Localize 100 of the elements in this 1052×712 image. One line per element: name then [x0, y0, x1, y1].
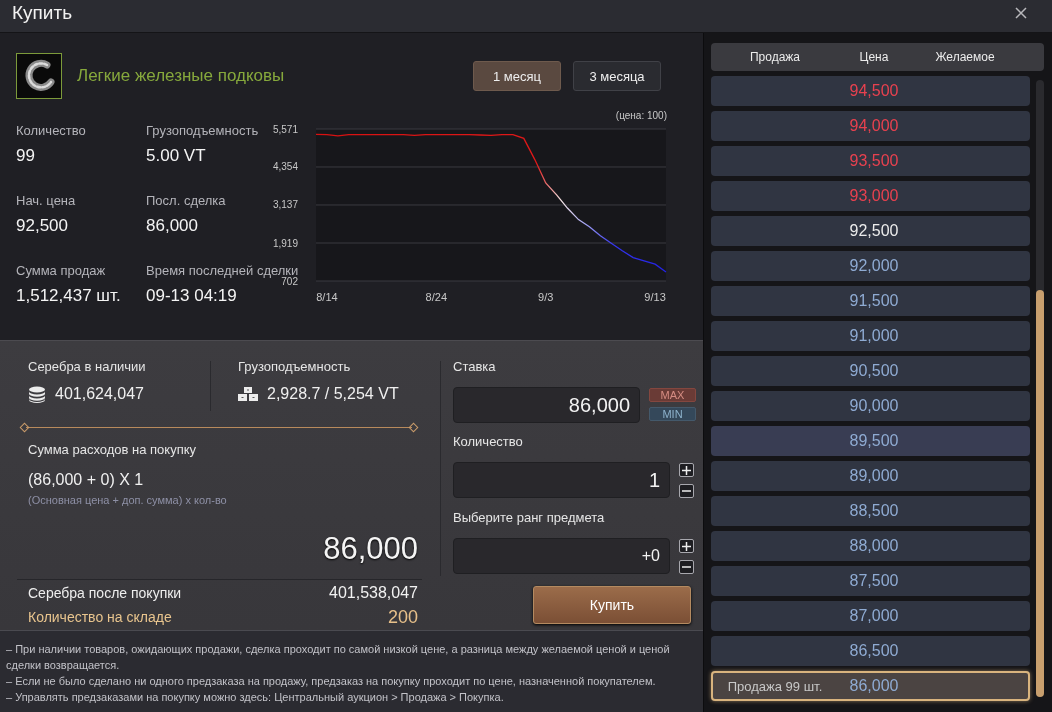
- boxes-icon: [238, 387, 258, 401]
- balance-label: Серебра в наличии: [28, 359, 147, 375]
- price-cell: 87,000: [849, 607, 899, 625]
- stat-value: 5.00 VT: [146, 146, 207, 166]
- note-text: – При наличии товаров, ожидающих продажи, сделка проходит по самой низкой цене, а разница между желаемой ценой и ценой сделки возвращается.: [6, 642, 671, 673]
- plus-icon: [682, 541, 691, 551]
- price-cell: 93,000: [849, 187, 899, 205]
- y-axis-label: 3,137: [272, 199, 298, 211]
- order-row[interactable]: 90,000: [711, 391, 1030, 421]
- summary-value: 401,538,047: [329, 584, 418, 602]
- balance-amount: 401,624,047: [55, 385, 144, 403]
- plus-icon: [682, 465, 691, 475]
- minus-icon: [682, 566, 691, 568]
- decrease-button[interactable]: [679, 560, 694, 574]
- scrollbar-track[interactable]: [1036, 80, 1044, 697]
- price-cell: 92,000: [849, 257, 899, 275]
- minus-icon: [682, 490, 691, 492]
- field-label: Количество: [453, 434, 524, 450]
- cost-total: 86,000: [323, 531, 418, 567]
- price-cell: 86,000: [849, 677, 899, 695]
- price-cell: 90,500: [849, 362, 899, 380]
- horseshoe-icon: [16, 53, 62, 99]
- close-icon: [1015, 7, 1027, 19]
- period-tab[interactable]: 1 месяц: [473, 61, 561, 91]
- order-row[interactable]: 93,000: [711, 181, 1030, 211]
- order-row[interactable]: 88,500: [711, 496, 1030, 526]
- price-cell: 89,500: [849, 432, 899, 450]
- x-axis-label: 8/14: [316, 291, 338, 303]
- order-row[interactable]: 91,500: [711, 286, 1030, 316]
- weight-label: Грузоподъемность: [238, 359, 352, 375]
- increase-button[interactable]: [679, 539, 694, 553]
- stat-label: Время последней сделки: [146, 263, 299, 278]
- order-row[interactable]: 91,000: [711, 321, 1030, 351]
- order-row[interactable]: 92,500: [711, 216, 1030, 246]
- order-row[interactable]: 94,500: [711, 76, 1030, 106]
- close-button[interactable]: [1014, 6, 1028, 20]
- order-row[interactable]: 88,000: [711, 531, 1030, 561]
- period-tab[interactable]: 3 месяца: [573, 61, 661, 91]
- y-axis-label: 5,571: [272, 123, 298, 135]
- order-row[interactable]: 87,000: [711, 601, 1030, 631]
- summary-label: Количество на складе: [28, 609, 172, 625]
- order-row[interactable]: 90,500: [711, 356, 1030, 386]
- order-row[interactable]: 86,500: [711, 636, 1030, 666]
- order-row[interactable]: 87,500: [711, 566, 1030, 596]
- y-axis-label: 4,354: [272, 161, 298, 173]
- stat-value: 09-13 04:19: [146, 286, 238, 306]
- note-text: – Управлять предзаказами на покупку можно здесь: Центральный аукцион > Продажа > Покупка.: [6, 690, 505, 705]
- column-header: Цена: [859, 50, 889, 64]
- weight-amount: 2,928.7 / 5,254 VT: [267, 385, 399, 403]
- price-cell: 91,000: [849, 327, 899, 345]
- decrease-button[interactable]: [679, 484, 694, 498]
- stat-value: 92,500: [16, 216, 69, 236]
- order-row[interactable]: 93,500: [711, 146, 1030, 176]
- cost-formula: (86,000 + 0) X 1: [27, 470, 145, 490]
- formula-hint: (Основная цена + доп. сумма) x кол-во: [27, 493, 228, 507]
- column-header: Продажа: [749, 50, 801, 64]
- price-cell: 87,500: [849, 572, 899, 590]
- stat-label: Нач. цена: [16, 193, 76, 209]
- max-button[interactable]: MAX: [649, 388, 696, 402]
- price-input[interactable]: 86,000: [453, 387, 640, 423]
- stat-value: 1,512,437 шт.: [16, 286, 121, 306]
- window-title: Купить: [12, 1, 73, 25]
- price-cell: 88,500: [849, 502, 899, 520]
- x-axis-label: 9/3: [538, 291, 554, 303]
- rank-input[interactable]: +0: [453, 538, 670, 574]
- item-name: Легкие железные подковы: [77, 66, 285, 86]
- order-row[interactable]: 94,000: [711, 111, 1030, 141]
- order-row[interactable]: 89,000: [711, 461, 1030, 491]
- price-cell: 91,500: [849, 292, 899, 310]
- stat-label: Количество: [16, 123, 86, 139]
- field-label: Выберите ранг предмета: [453, 510, 606, 526]
- price-cell: 94,500: [849, 82, 899, 100]
- field-label: Ставка: [453, 359, 497, 375]
- price-cell: 90,000: [849, 397, 899, 415]
- stat-value: 86,000: [146, 216, 199, 236]
- price-cell: 92,500: [849, 222, 899, 240]
- price-cell: 94,000: [849, 117, 899, 135]
- stat-label: Сумма продаж: [16, 263, 107, 279]
- increase-button[interactable]: [679, 463, 694, 477]
- stat-label: Грузоподъемность: [146, 123, 259, 139]
- order-row[interactable]: Продажа 99 шт. 86,000: [711, 671, 1030, 701]
- column-header: Желаемое: [935, 50, 995, 64]
- coin-stack-icon: [28, 385, 46, 403]
- price-scale-note: (цена: 100): [615, 110, 667, 122]
- buy-button[interactable]: Купить: [533, 586, 691, 624]
- sale-cell: Продажа 99 шт.: [727, 678, 823, 694]
- order-row[interactable]: 89,500: [711, 426, 1030, 456]
- note-text: – Если не было сделано ни одного предзаказа на продажу, предзаказ на покупку проходит по цене, назначенной покупателем.: [6, 674, 657, 689]
- scrollbar-thumb[interactable]: [1036, 289, 1044, 697]
- summary-value: 200: [387, 606, 418, 628]
- cost-label: Сумма расходов на покупку: [27, 442, 198, 458]
- order-row[interactable]: 92,000: [711, 251, 1030, 281]
- price-cell: 93,500: [849, 152, 899, 170]
- stat-label: Посл. сделка: [146, 193, 226, 209]
- price-cell: 89,000: [849, 467, 899, 485]
- summary-label: Серебра после покупки: [28, 585, 182, 601]
- min-button[interactable]: MIN: [649, 407, 696, 421]
- x-axis-label: 9/13: [644, 291, 666, 303]
- quantity-input[interactable]: 1: [453, 462, 670, 498]
- y-axis-label: 702: [281, 275, 298, 287]
